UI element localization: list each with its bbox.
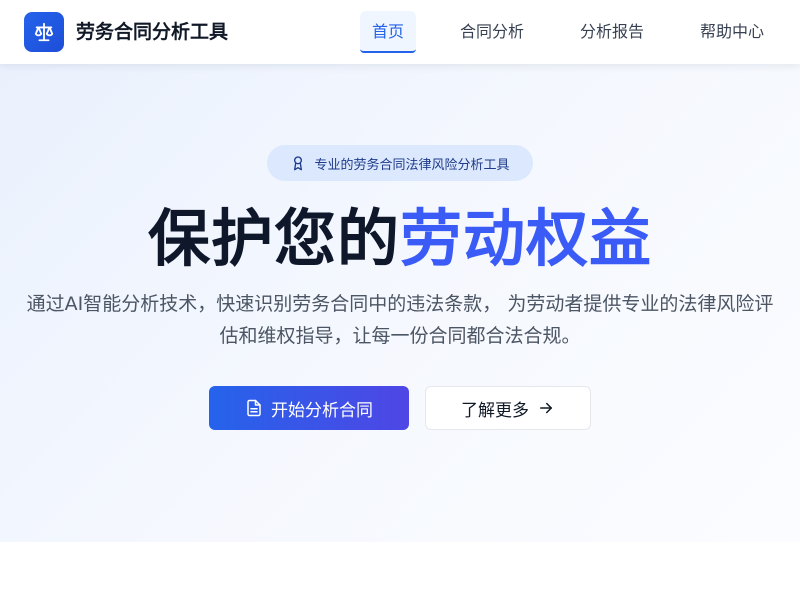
headline-highlight: 劳动权益 <box>400 202 653 275</box>
app-title: 劳务合同分析工具 <box>76 21 229 43</box>
logo[interactable] <box>24 12 64 52</box>
hero-headline: 保护您的劳动权益 <box>0 200 800 278</box>
award-icon <box>290 155 306 171</box>
scale-icon <box>33 21 55 43</box>
document-icon <box>245 399 263 417</box>
learn-more-label: 了解更多 <box>461 400 529 421</box>
arrow-right-icon <box>537 399 555 417</box>
nav-analysis-report[interactable]: 分析报告 <box>568 11 656 53</box>
nav-contract-analysis[interactable]: 合同分析 <box>448 11 536 53</box>
headline-prefix: 保护您的 <box>147 202 400 275</box>
top-navbar: 劳务合同分析工具 首页 合同分析 分析报告 帮助中心 <box>0 0 800 64</box>
hero-subtitle: 通过AI智能分析技术，快速识别劳务合同中的违法条款， 为劳动者提供专业的法律风险… <box>26 293 774 347</box>
hero-section: 专业的劳务合同法律风险分析工具 保护您的劳动权益 通过AI智能分析技术，快速识别… <box>0 64 800 542</box>
start-analysis-button[interactable]: 开始分析合同 <box>209 386 409 430</box>
badge-text: 专业的劳务合同法律风险分析工具 <box>314 157 510 173</box>
lower-section <box>0 542 800 600</box>
nav-help-center[interactable]: 帮助中心 <box>688 11 776 53</box>
tagline-badge: 专业的劳务合同法律风险分析工具 <box>267 145 533 181</box>
start-analysis-label: 开始分析合同 <box>271 400 373 421</box>
learn-more-button[interactable]: 了解更多 <box>425 386 591 430</box>
nav-home[interactable]: 首页 <box>360 11 416 53</box>
